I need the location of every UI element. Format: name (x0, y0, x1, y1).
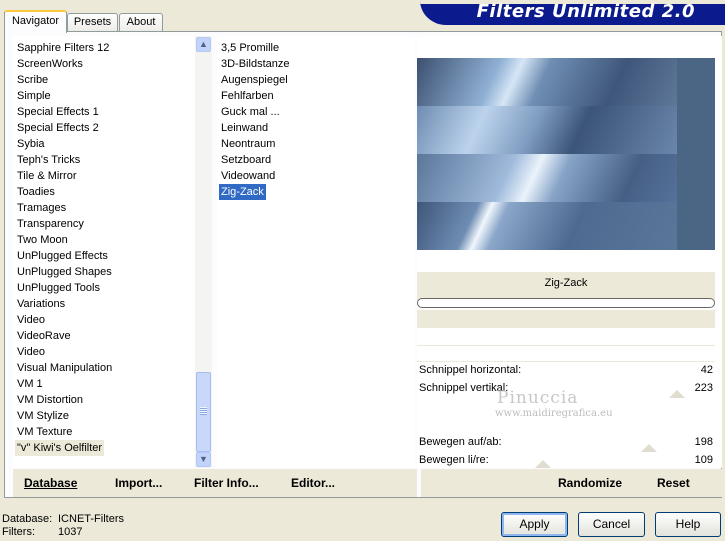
navigator-panel: Sapphire Filters 12 ScreenWorks Scribe Simp… (4, 31, 722, 498)
category-list[interactable]: Sapphire Filters 12 ScreenWorks Scribe Simp… (13, 36, 212, 468)
tab-presets[interactable]: Presets (67, 13, 118, 32)
category-item[interactable]: Visual Manipulation (15, 360, 114, 376)
filter-item[interactable]: Guck mal ... (219, 104, 282, 120)
category-item[interactable]: Variations (15, 296, 67, 312)
grip-icon (200, 407, 207, 415)
category-item[interactable]: Tile & Mirror (15, 168, 78, 184)
category-item[interactable]: VM Stylize (15, 408, 71, 424)
category-item[interactable]: "v" Kiwi's Oelfilter (15, 440, 105, 456)
category-item[interactable]: Simple (15, 88, 53, 104)
category-scrollbar[interactable]: ▲ ▼ (195, 36, 212, 468)
reset-button[interactable]: Reset (657, 476, 690, 490)
category-item[interactable]: UnPlugged Shapes (15, 264, 114, 280)
param-label: Schnippel vertikal: (419, 382, 509, 394)
preview-pane: Zig-Zack Schnippel horizontal: 42 Schnip… (417, 36, 722, 468)
category-item[interactable]: Tramages (15, 200, 68, 216)
filter-list[interactable]: 3,5 Promille 3D-Bildstanze Augenspiegel Feh… (217, 36, 415, 468)
category-item[interactable]: UnPlugged Effects (15, 248, 110, 264)
param-schnippel-horizontal[interactable]: Schnippel horizontal: 42 (417, 361, 715, 379)
filter-item[interactable]: Augenspiegel (219, 72, 290, 88)
filter-item[interactable]: Leinwand (219, 120, 270, 136)
category-item[interactable]: Scribe (15, 72, 50, 88)
category-item[interactable]: Teph's Tricks (15, 152, 82, 168)
filters-count: 1037 (58, 526, 83, 538)
category-item[interactable]: VM Distortion (15, 392, 85, 408)
slider-marker-icon (535, 460, 551, 468)
slider-track (417, 340, 715, 346)
param-value: 42 (700, 364, 713, 376)
param-bewegen-auf-ab[interactable]: Bewegen auf/ab: 198 (417, 433, 715, 451)
spacer-row (417, 310, 715, 328)
filter-name-label: Zig-Zack (544, 277, 588, 289)
category-item[interactable]: ScreenWorks (15, 56, 85, 72)
param-value: 198 (694, 436, 713, 448)
filter-item[interactable]: Neontraum (219, 136, 277, 152)
database-button[interactable]: Database (24, 476, 77, 490)
filter-item[interactable]: Zig-Zack (219, 184, 266, 200)
database-label: Database: (2, 513, 53, 525)
editor-button[interactable]: Editor... (291, 476, 335, 490)
apply-button[interactable]: Apply (501, 512, 568, 537)
filter-item[interactable]: 3,5 Promille (219, 40, 281, 56)
category-item[interactable]: Sybia (15, 136, 47, 152)
param-value: 223 (694, 382, 713, 394)
param-value: 109 (694, 454, 713, 466)
param-bewegen-li-re[interactable]: Bewegen li/re: 109 (417, 451, 715, 469)
database-value: ICNET-Filters (58, 513, 124, 525)
category-item[interactable]: Special Effects 2 (15, 120, 101, 136)
param-label: Schnippel horizontal: (419, 364, 522, 376)
category-item[interactable]: Transparency (15, 216, 86, 232)
filters-info: Filters: 1037 (2, 526, 82, 538)
category-item[interactable]: VideoRave (15, 328, 73, 344)
filter-item[interactable]: 3D-Bildstanze (219, 56, 291, 72)
watermark-url: www.maidiregrafica.eu (495, 408, 613, 419)
tab-navigator[interactable]: Navigator (4, 10, 67, 33)
category-item[interactable]: Sapphire Filters 12 (15, 40, 111, 56)
filters-label: Filters: (2, 526, 35, 538)
category-item[interactable]: VM 1 (15, 376, 45, 392)
filter-item[interactable]: Setzboard (219, 152, 273, 168)
app-title: Filters Unlimited 2.0 (476, 1, 695, 22)
category-item[interactable]: UnPlugged Tools (15, 280, 102, 296)
category-item[interactable]: Toadies (15, 184, 57, 200)
help-button[interactable]: Help (655, 512, 721, 537)
cancel-button[interactable]: Cancel (578, 512, 645, 537)
preview-image (417, 58, 715, 250)
header-banner: Filters Unlimited 2.0 (420, 0, 725, 25)
category-item[interactable]: Video (15, 344, 47, 360)
category-item[interactable]: Two Moon (15, 232, 70, 248)
param-label: Bewegen auf/ab: (419, 436, 502, 448)
import-button[interactable]: Import... (115, 476, 162, 490)
watermark-title: Pinuccia (497, 388, 579, 408)
database-info: Database: ICNET-Filters (2, 513, 124, 525)
category-item[interactable]: VM Texture (15, 424, 74, 440)
filter-info-button[interactable]: Filter Info... (194, 476, 259, 490)
randomize-button[interactable]: Randomize (558, 476, 622, 490)
tab-about[interactable]: About (119, 13, 163, 32)
toolbar-divider (417, 469, 421, 497)
category-item[interactable]: Special Effects 1 (15, 104, 101, 120)
category-item[interactable]: Video (15, 312, 47, 328)
scroll-down-icon[interactable]: ▼ (196, 452, 211, 467)
filter-item[interactable]: Videowand (219, 168, 277, 184)
scroll-up-icon[interactable]: ▲ (196, 37, 211, 52)
slider-marker-icon (669, 390, 685, 398)
bottom-toolbar: Database Import... Filter Info... Editor… (13, 469, 722, 497)
scroll-thumb[interactable] (196, 372, 211, 452)
param-label: Bewegen li/re: (419, 454, 489, 466)
filter-item[interactable]: Fehlfarben (219, 88, 276, 104)
progress-bar (417, 298, 715, 308)
